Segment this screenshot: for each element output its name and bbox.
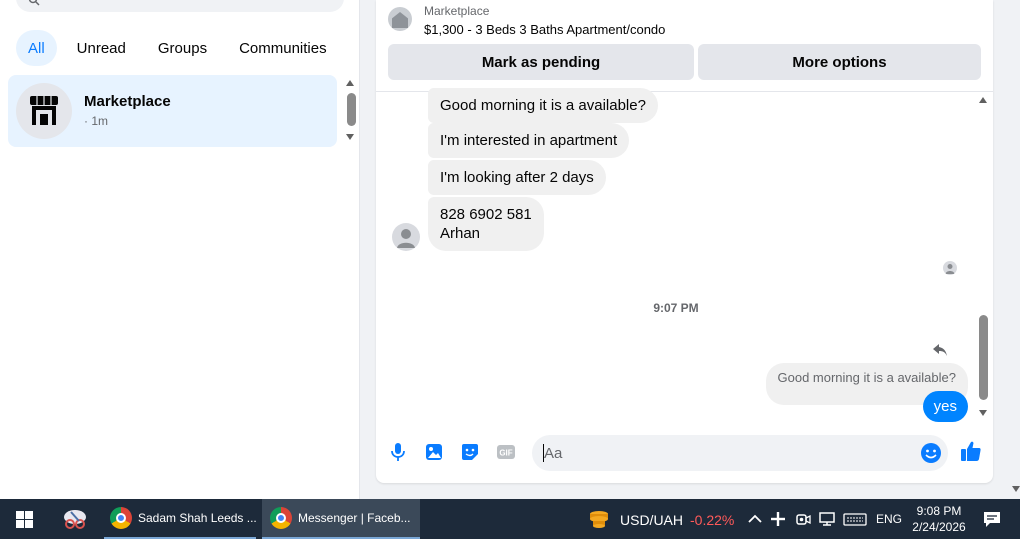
network-icon[interactable] [818, 510, 836, 528]
listing-thumbnail[interactable] [388, 7, 412, 31]
clock-time: 9:08 PM [916, 504, 962, 518]
conversation-item-marketplace[interactable]: Marketplace · 1m [8, 75, 337, 147]
listing-header: Marketplace $1,300 - 3 Beds 3 Baths Apar… [376, 0, 993, 92]
taskbar-app-messenger[interactable]: Messenger | Faceb... [262, 499, 420, 539]
plus-icon[interactable] [769, 510, 787, 528]
reply-icon [933, 344, 947, 356]
language-indicator[interactable]: ENG [876, 512, 902, 526]
emoji-icon[interactable] [920, 442, 942, 464]
person-icon [397, 229, 415, 248]
incoming-message[interactable]: I'm looking after 2 days [428, 160, 606, 195]
filter-groups[interactable]: Groups [146, 30, 219, 66]
clock-date: 2/24/2026 [912, 520, 966, 534]
message-input-box[interactable] [532, 435, 948, 471]
filter-communities[interactable]: Communities [227, 30, 339, 66]
incoming-message[interactable]: 828 6902 581 Arhan [428, 197, 544, 251]
gif-icon[interactable]: GIF [496, 442, 516, 462]
scroll-down-arrow[interactable] [346, 134, 354, 140]
filter-unread[interactable]: Unread [65, 30, 138, 66]
taskbar-app-chrome-profile[interactable]: Sadam Shah Leeds ... [104, 499, 256, 539]
message-line: Arhan [440, 225, 481, 242]
meet-now-icon[interactable] [794, 510, 812, 528]
scroll-down-arrow[interactable] [979, 410, 987, 416]
currency-widget-icon[interactable] [588, 508, 610, 530]
listing-title[interactable]: $1,300 - 3 Beds 3 Baths Apartment/condo [424, 22, 665, 37]
outgoing-message[interactable]: yes [922, 391, 968, 422]
conversation-list-panel: All Unread Groups Communities Marketplac… [0, 0, 360, 499]
marketplace-avatar [16, 83, 72, 139]
person-icon [945, 264, 955, 274]
notifications-icon[interactable] [982, 509, 1002, 529]
scroll-up-arrow[interactable] [979, 97, 987, 103]
incoming-message[interactable]: I'm interested in apartment [428, 123, 630, 158]
thumbs-up-icon[interactable] [960, 440, 982, 462]
chrome-icon [110, 507, 132, 529]
message-thread: Good morning it is a available? I'm inte… [376, 88, 993, 423]
storefront-icon [30, 96, 58, 125]
filter-chips: All Unread Groups Communities [16, 30, 339, 66]
currency-change: -0.22% [690, 512, 735, 528]
scroll-up-arrow[interactable] [346, 80, 354, 86]
keyboard-icon[interactable] [843, 510, 867, 528]
search-input[interactable] [16, 0, 344, 12]
windows-taskbar: Sadam Shah Leeds ... Messenger | Faceb..… [0, 499, 1020, 539]
windows-start-icon[interactable] [16, 511, 33, 528]
chat-panel: Marketplace $1,300 - 3 Beds 3 Baths Apar… [376, 0, 993, 483]
message-timestamp: 9:07 PM [653, 301, 699, 315]
more-options-button[interactable]: More options [698, 44, 981, 80]
scrollbar-thumb[interactable] [979, 315, 988, 400]
incoming-message[interactable]: Good morning it is a available? [428, 88, 658, 123]
conversation-time: · 1m [84, 114, 108, 128]
message-line: 828 6902 581 [440, 206, 532, 223]
photo-icon[interactable] [424, 442, 444, 462]
currency-pair[interactable]: USD/UAH [620, 512, 683, 528]
message-composer: GIF [376, 432, 993, 472]
seen-indicator-avatar [943, 261, 957, 275]
filter-all[interactable]: All [16, 30, 57, 66]
sender-avatar[interactable] [392, 223, 420, 251]
conversation-name: Marketplace [84, 93, 171, 110]
sticker-icon[interactable] [460, 442, 480, 462]
chrome-icon [270, 507, 292, 529]
search-icon [28, 0, 40, 6]
message-input[interactable] [544, 435, 904, 471]
mark-as-pending-button[interactable]: Mark as pending [388, 44, 694, 80]
system-clock[interactable]: 9:08 PM 2/24/2026 [906, 503, 972, 535]
svg-text:GIF: GIF [499, 449, 512, 458]
snipping-tool-icon[interactable] [62, 508, 88, 530]
taskbar-app-label: Messenger | Faceb... [298, 511, 411, 525]
chevron-up-icon[interactable] [746, 510, 764, 528]
scrollbar-thumb[interactable] [347, 93, 356, 126]
page-scroll-down-arrow[interactable] [1012, 486, 1020, 492]
listing-source: Marketplace [424, 4, 490, 18]
taskbar-app-label: Sadam Shah Leeds ... [138, 511, 256, 525]
microphone-icon[interactable] [388, 442, 408, 462]
